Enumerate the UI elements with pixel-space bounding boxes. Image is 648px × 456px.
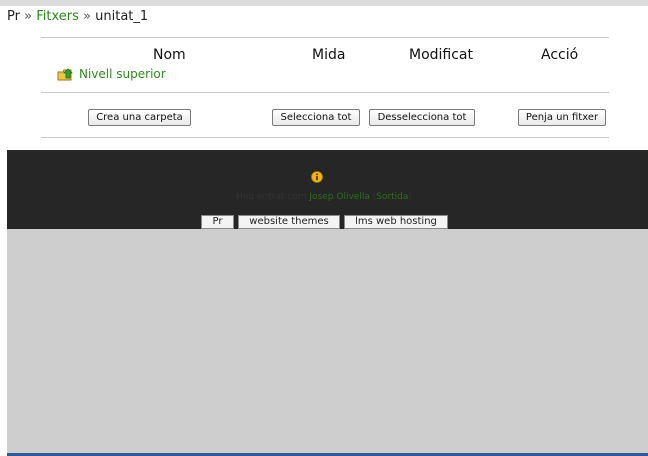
- breadcrumb-separator: »: [83, 9, 91, 24]
- logout-link[interactable]: Sortida: [376, 192, 408, 202]
- breadcrumb-folder-link[interactable]: Fitxers: [36, 9, 79, 24]
- create-folder-button[interactable]: Crea una carpeta: [88, 109, 191, 126]
- blank-content-area: [7, 229, 648, 453]
- column-header-size: Mida: [312, 47, 346, 63]
- breadcrumb-separator: »: [24, 9, 33, 24]
- breadcrumb: Pr » Fitxers » unitat_1: [7, 9, 148, 24]
- top-border: [0, 0, 648, 6]
- select-all-button[interactable]: Selecciona tot: [272, 109, 360, 126]
- table-top-divider: [41, 37, 609, 38]
- login-info: Heu entrat com Josep Olivella (Sortida): [0, 192, 648, 202]
- upload-file-button[interactable]: Penja un fitxer: [518, 109, 606, 126]
- footer-link-home[interactable]: Pr: [201, 215, 234, 229]
- parent-folder-row[interactable]: Nivell superior: [57, 67, 166, 81]
- folder-up-icon: [57, 67, 73, 81]
- breadcrumb-root[interactable]: Pr: [7, 9, 20, 24]
- table-middle-divider: [41, 92, 609, 93]
- info-icon[interactable]: [311, 168, 323, 183]
- logout-paren-close: ): [408, 192, 412, 202]
- column-header-action: Acció: [541, 47, 579, 63]
- footer-link-website-themes[interactable]: website themes: [238, 215, 340, 229]
- table-bottom-divider: [41, 137, 609, 138]
- deselect-all-button[interactable]: Desselecciona tot: [369, 109, 475, 126]
- footer-link-lms-web-hosting[interactable]: lms web hosting: [344, 215, 448, 229]
- logged-in-as-label: Heu entrat com: [236, 192, 307, 202]
- column-header-name: Nom: [153, 47, 186, 63]
- breadcrumb-current: unitat_1: [95, 9, 149, 24]
- column-header-modified: Modificat: [409, 47, 474, 63]
- parent-folder-link[interactable]: Nivell superior: [79, 67, 166, 81]
- user-profile-link[interactable]: Josep Olivella: [309, 192, 369, 202]
